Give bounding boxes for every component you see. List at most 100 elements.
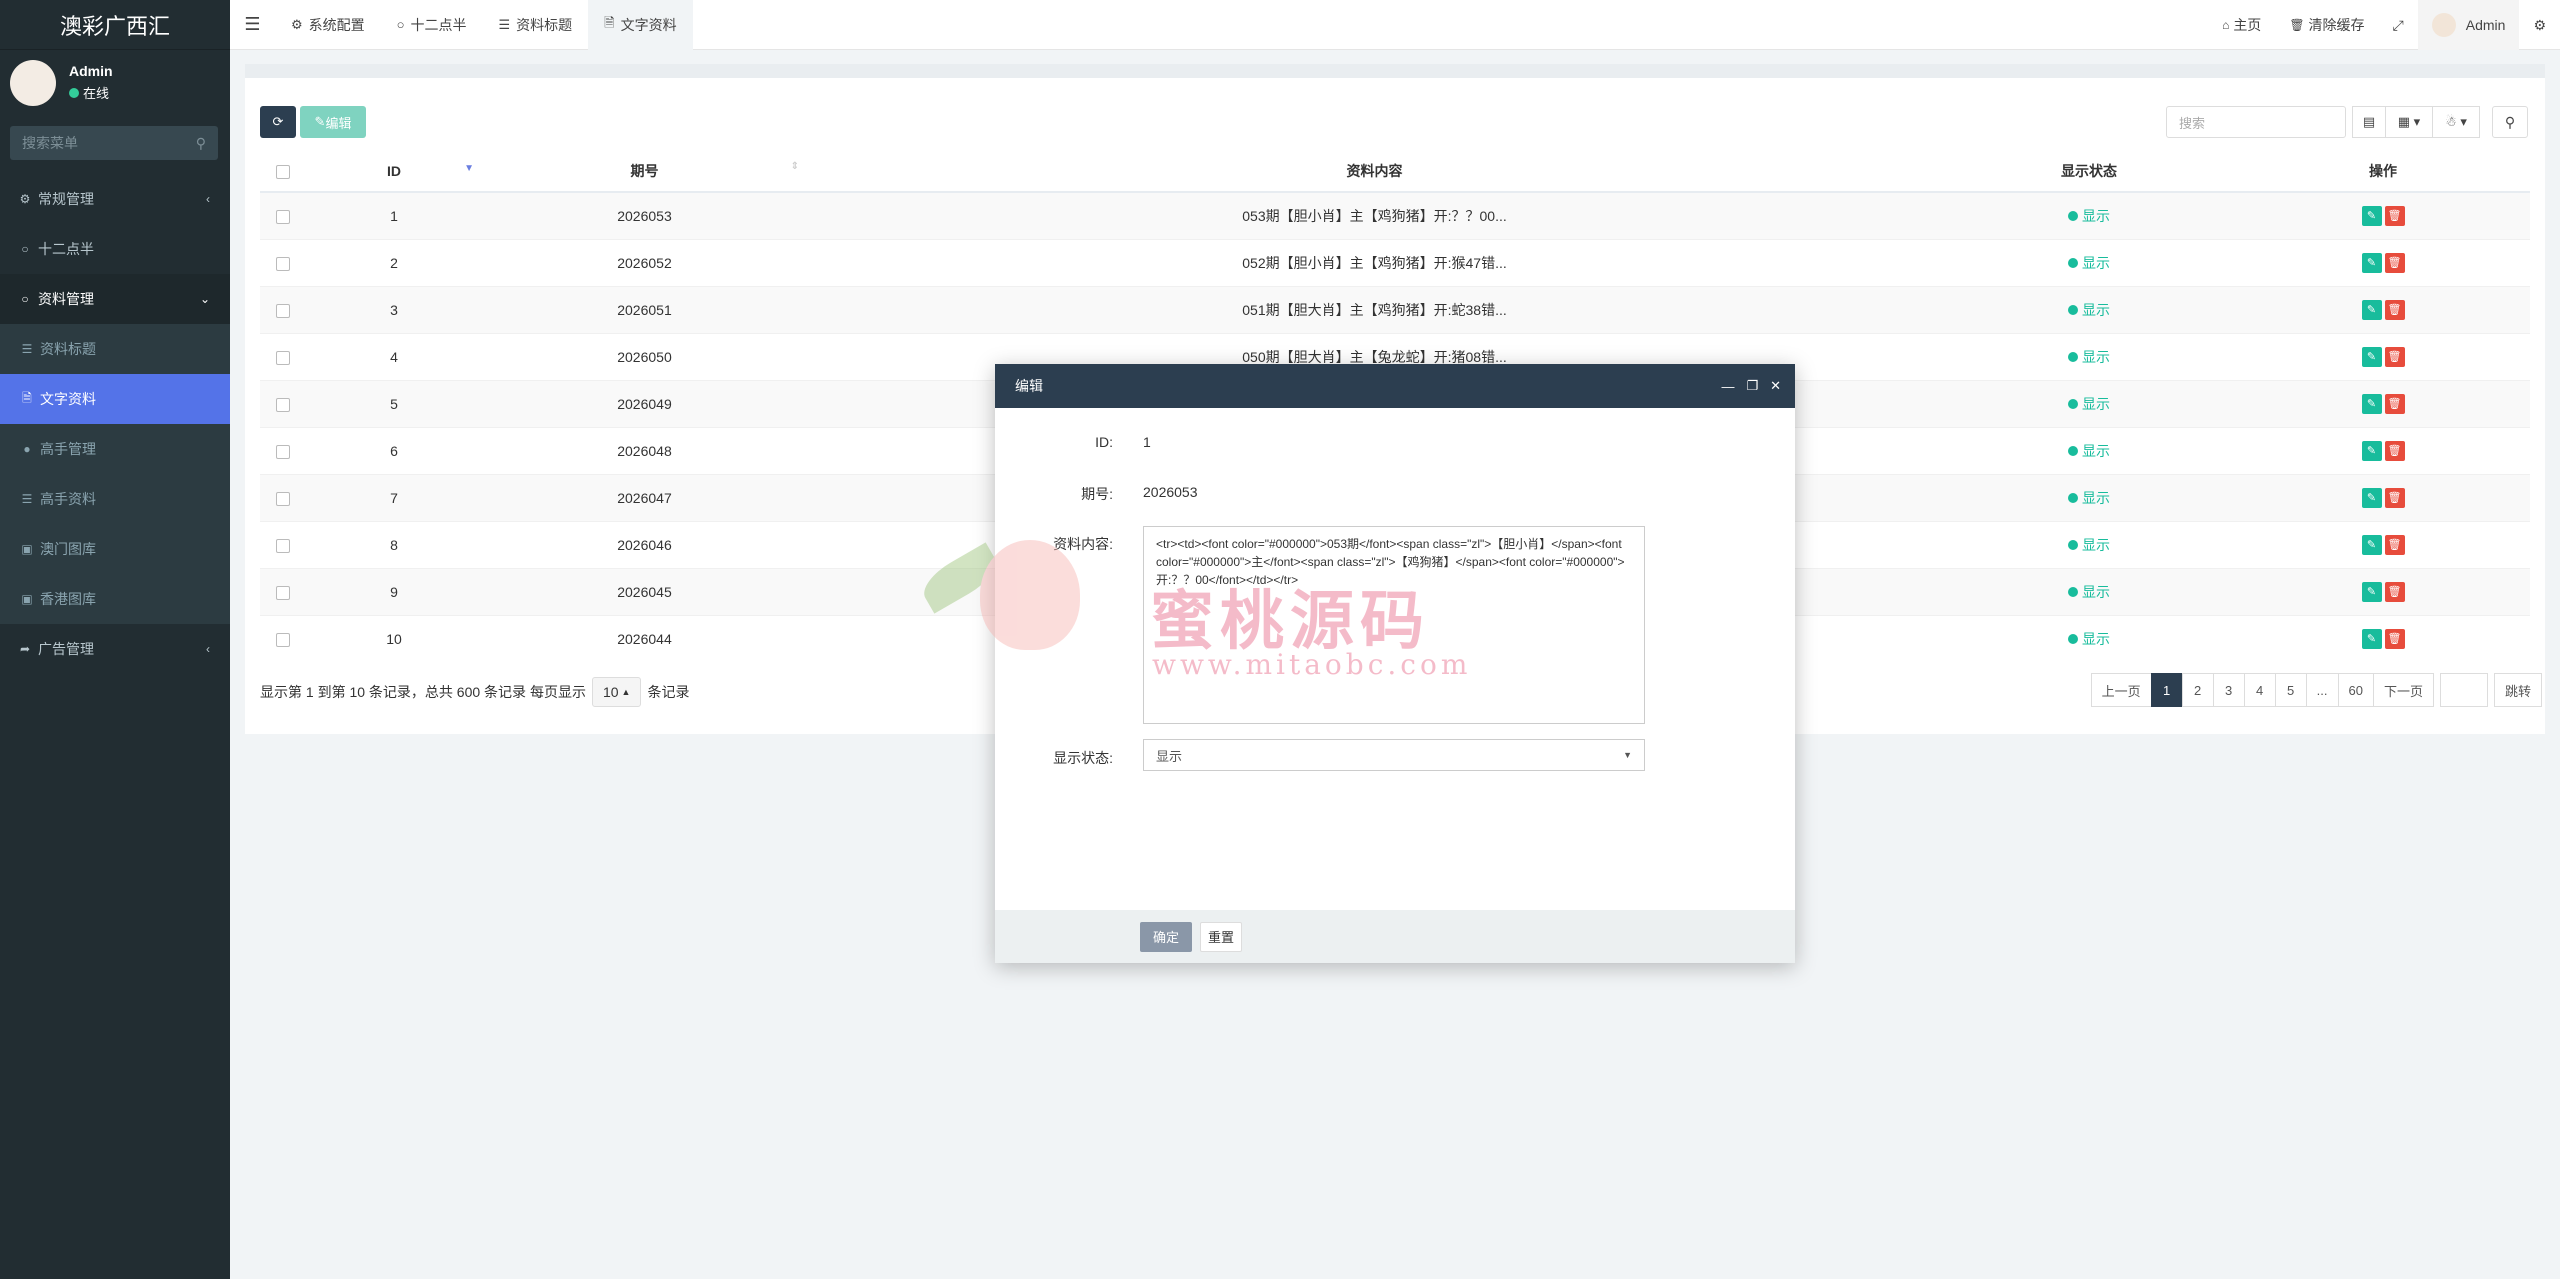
table-row[interactable]: 1 2026053 053期【胆小肖】主【鸡狗猪】开:？？00... 显示 ✎ 🗑 — [260, 191, 2530, 239]
columns-icon[interactable]: ▦ ▾ — [2385, 106, 2433, 138]
page-button[interactable]: 5 — [2274, 673, 2307, 707]
status-badge: 显示 — [2068, 535, 2110, 555]
menu-toggle-icon[interactable]: ☰ — [230, 14, 275, 35]
edit-row-button[interactable]: ✎ — [2361, 205, 2382, 226]
admin-menu[interactable]: Admin — [2417, 0, 2520, 50]
page-button[interactable]: 3 — [2212, 673, 2245, 707]
sidebar-item-general[interactable]: ⚙ 常规管理 ‹ — [0, 174, 230, 224]
next-page-button[interactable]: 下一页 — [2372, 673, 2434, 707]
reset-button[interactable]: 重置 — [1200, 921, 1242, 952]
sidebar-item-expert-data[interactable]: ☰ 高手资料 — [0, 474, 230, 524]
table-search-input[interactable]: 搜索 — [2166, 106, 2346, 138]
page-size-select[interactable]: 10 ▲ — [591, 677, 642, 707]
sidebar-item-data-title[interactable]: ☰ 资料标题 — [0, 324, 230, 374]
delete-row-button[interactable]: 🗑 — [2384, 581, 2405, 602]
delete-row-button[interactable]: 🗑 — [2384, 252, 2405, 273]
avatar — [10, 60, 56, 106]
table-row[interactable]: 2 2026052 052期【胆小肖】主【鸡狗猪】开:猴47错... 显示 ✎ 🗑 — [260, 238, 2530, 286]
edit-row-button[interactable]: ✎ — [2361, 581, 2382, 602]
sidebar-item-expert-management[interactable]: ● 高手管理 — [0, 424, 230, 474]
clear-cache-button[interactable]: 🗑 清除缓存 — [2275, 0, 2378, 50]
sort-icon: ⇕ — [790, 160, 799, 172]
sidebar-search-input[interactable]: 搜索菜单 ⚲ — [10, 126, 218, 160]
row-checkbox[interactable] — [276, 538, 290, 553]
tab-twelve-half[interactable]: ○ 十二点半 — [381, 0, 483, 50]
row-checkbox[interactable] — [276, 444, 290, 459]
watermark: 蜜桃源码 www.mitaobc.com — [916, 520, 1480, 681]
sidebar-item-ad-management[interactable]: ➦ 广告管理 ‹ — [0, 624, 230, 674]
row-checkbox[interactable] — [276, 585, 290, 600]
refresh-button[interactable]: ⟳ — [260, 106, 296, 138]
row-checkbox[interactable] — [276, 397, 290, 412]
column-header-issue[interactable]: 期号 ⇕ — [482, 150, 807, 193]
row-select-cell — [260, 379, 306, 427]
page-button[interactable]: 60 — [2337, 673, 2374, 707]
table-row[interactable]: 3 2026051 051期【胆大肖】主【鸡狗猪】开:蛇38错... 显示 ✎ 🗑 — [260, 285, 2530, 333]
search-icon[interactable]: ⚲ — [196, 135, 206, 152]
pagination-info: 显示第 1 到第 10 条记录，总共 600 条记录 每页显示 10 ▲ 条记录 — [260, 676, 689, 708]
prev-page-button[interactable]: 上一页 — [2090, 673, 2152, 707]
edit-row-button[interactable]: ✎ — [2361, 252, 2382, 273]
page-button[interactable]: 4 — [2243, 673, 2276, 707]
settings-icon[interactable]: ⚙ — [2519, 0, 2560, 50]
delete-row-button[interactable]: 🗑 — [2384, 628, 2405, 649]
sidebar-item-text-data[interactable]: 🗎 文字资料 — [0, 374, 230, 424]
row-checkbox[interactable] — [276, 491, 290, 506]
close-icon[interactable]: ✕ — [1770, 378, 1781, 394]
chevron-down-icon: ⌄ — [199, 292, 210, 306]
minimize-icon[interactable]: — — [1721, 379, 1734, 394]
sidebar-item-twelve-half[interactable]: ○ 十二点半 — [0, 224, 230, 274]
sidebar-item-macau-gallery[interactable]: ▣ 澳门图库 — [0, 524, 230, 574]
circle-icon: ○ — [396, 17, 405, 32]
id-cell: 2 — [306, 238, 482, 286]
edit-row-button[interactable]: ✎ — [2361, 628, 2382, 649]
sidebar-item-label: 高手资料 — [40, 491, 96, 507]
content-top-strip — [245, 64, 2545, 78]
edit-row-button[interactable]: ✎ — [2361, 393, 2382, 414]
search-icon[interactable]: ⚲ — [2492, 106, 2528, 138]
toggle-view-icon[interactable]: ▤ — [2352, 106, 2386, 138]
fullscreen-icon[interactable]: ⤢ — [2379, 0, 2418, 50]
delete-row-button[interactable]: 🗑 — [2384, 393, 2405, 414]
tab-system-config[interactable]: ⚙ 系统配置 — [275, 0, 381, 50]
row-checkbox[interactable] — [276, 350, 290, 365]
edit-row-button[interactable]: ✎ — [2361, 299, 2382, 320]
tab-text-data[interactable]: 🗎 文字资料 — [588, 0, 693, 50]
jump-button[interactable]: 跳转 — [2493, 673, 2542, 707]
row-select-cell — [260, 426, 306, 474]
status-select[interactable]: 显示 ▼ — [1143, 739, 1645, 771]
user-panel: Admin 在线 — [0, 50, 230, 116]
delete-row-button[interactable]: 🗑 — [2384, 205, 2405, 226]
row-checkbox[interactable] — [276, 209, 290, 224]
edit-button[interactable]: ✎ 编辑 — [300, 106, 366, 138]
delete-row-button[interactable]: 🗑 — [2384, 299, 2405, 320]
row-checkbox[interactable] — [276, 303, 290, 318]
tab-data-title[interactable]: ☰ 资料标题 — [483, 0, 589, 50]
delete-row-button[interactable]: 🗑 — [2384, 534, 2405, 555]
delete-row-button[interactable]: 🗑 — [2384, 346, 2405, 367]
dialog-header: 编辑 — ❐ ✕ — [995, 364, 1795, 408]
column-header-id[interactable]: ID ▼ — [306, 150, 482, 193]
edit-row-button[interactable]: ✎ — [2361, 440, 2382, 461]
select-all-checkbox[interactable] — [276, 164, 290, 179]
row-checkbox[interactable] — [276, 632, 290, 647]
row-checkbox[interactable] — [276, 256, 290, 271]
delete-row-button[interactable]: 🗑 — [2384, 440, 2405, 461]
jump-page-input[interactable] — [2439, 673, 2488, 707]
delete-row-button[interactable]: 🗑 — [2384, 487, 2405, 508]
maximize-icon[interactable]: ❐ — [1746, 378, 1758, 394]
sidebar-item-label: 常规管理 — [38, 191, 94, 207]
sidebar-item-hk-gallery[interactable]: ▣ 香港图库 — [0, 574, 230, 624]
home-link[interactable]: ⌂ 主页 — [2208, 0, 2275, 50]
page-button[interactable]: 2 — [2181, 673, 2214, 707]
edit-row-button[interactable]: ✎ — [2361, 487, 2382, 508]
status-dot-icon — [2068, 304, 2078, 315]
edit-row-button[interactable]: ✎ — [2361, 346, 2382, 367]
export-icon[interactable]: ☃ ▾ — [2432, 106, 2480, 138]
page-button[interactable]: 1 — [2150, 673, 2183, 707]
confirm-button[interactable]: 确定 — [1140, 921, 1192, 952]
column-header-label: 资料内容 — [1346, 162, 1403, 179]
app-logo[interactable]: 澳彩广西汇 — [0, 0, 230, 50]
sidebar-item-data-management[interactable]: ○ 资料管理 ⌄ — [0, 274, 230, 324]
edit-row-button[interactable]: ✎ — [2361, 534, 2382, 555]
